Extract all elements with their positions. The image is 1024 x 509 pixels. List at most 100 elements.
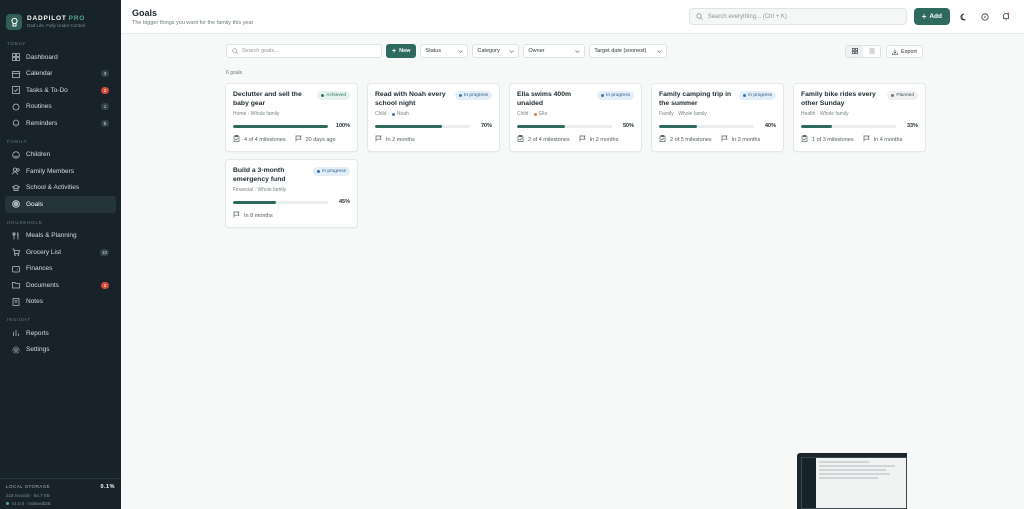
- sidebar-item-finances[interactable]: Finances: [5, 261, 116, 278]
- sidebar-item-family-members[interactable]: Family Members: [5, 163, 116, 180]
- milestones: 4 of 4 milestones: [233, 135, 286, 144]
- flag-icon: [579, 135, 590, 144]
- bell-icon[interactable]: [999, 10, 1013, 24]
- goals-search-input[interactable]: Search goals...: [226, 44, 382, 58]
- goal-meta: Health · Whole family: [801, 111, 918, 117]
- flag-icon: [375, 135, 386, 144]
- sidebar-item-documents[interactable]: Documents 2: [5, 277, 116, 294]
- progress-track: [517, 124, 612, 128]
- brand[interactable]: DADPILOT PRO Dad Life, Fully Under Contro…: [0, 0, 121, 34]
- add-button[interactable]: + Add: [913, 8, 950, 25]
- nav-section-title: INSIGHT: [7, 317, 31, 322]
- goal-card[interactable]: Family bike rides every other Sunday Plan…: [793, 83, 926, 152]
- progress-fill: [801, 124, 833, 128]
- view-controls: Export: [845, 45, 923, 58]
- status-badge: Planned: [887, 91, 918, 100]
- count-badge: 2: [101, 281, 109, 289]
- goal-card-header: Ella swims 400m unaided In progress: [517, 91, 634, 108]
- goal-title: Ella swims 400m unaided: [517, 91, 572, 107]
- wallet-icon: [12, 265, 20, 273]
- sidebar-item-tasks-to-do[interactable]: Tasks & To-Do 2: [5, 82, 116, 99]
- new-goal-label: New: [399, 48, 411, 54]
- goal-footer: In 8 months: [233, 211, 350, 220]
- sidebar-item-calendar[interactable]: Calendar 3: [5, 66, 116, 83]
- goal-card[interactable]: Read with Noah every school night In prog…: [367, 83, 500, 152]
- owner-dot: [533, 112, 537, 116]
- chevron-down-icon: [657, 49, 663, 53]
- utensils-icon: [12, 232, 20, 240]
- count-badge: 5: [101, 119, 109, 127]
- target-date: In 8 months: [233, 211, 273, 220]
- sidebar-item-settings[interactable]: Settings: [5, 342, 116, 359]
- status-label: Planned: [896, 93, 914, 98]
- goal-owner: Whole family: [257, 187, 287, 193]
- goal-card[interactable]: Ella swims 400m unaided In progress Child …: [509, 83, 642, 152]
- sidebar-item-reminders[interactable]: Reminders 5: [5, 115, 116, 132]
- storage-percent: 0.1%: [100, 484, 115, 490]
- goal-card-header: Build a 3-month emergency fund In progres…: [233, 167, 350, 184]
- topbar: Goals The bigger things you want for the…: [121, 0, 1024, 34]
- status-filter[interactable]: Status: [420, 44, 469, 58]
- progress: 33%: [801, 123, 918, 129]
- clipboard-icon: [517, 135, 528, 144]
- storage-detail: 218 records · 64.7 KB: [6, 493, 50, 498]
- export-button[interactable]: Export: [886, 45, 923, 58]
- search-icon: [696, 13, 703, 20]
- goal-category: Child: [375, 111, 387, 117]
- nav-section-title: TODAY: [7, 41, 27, 46]
- goal-card[interactable]: Declutter and sell the baby gear Achieved…: [225, 83, 358, 152]
- help-icon[interactable]: [978, 10, 992, 24]
- progress-percent: 50%: [622, 123, 634, 129]
- sidebar-item-dashboard[interactable]: Dashboard: [5, 49, 116, 66]
- sidebar-item-school-activities[interactable]: School & Activities: [5, 180, 116, 197]
- progress-track: [233, 200, 328, 204]
- sort-select[interactable]: Target date (soonest): [589, 44, 668, 58]
- page-title: Goals: [132, 7, 158, 18]
- sidebar-item-reports[interactable]: Reports: [5, 325, 116, 342]
- goal-meta: Family · Whole family: [659, 111, 776, 117]
- sidebar-item-children[interactable]: Children: [5, 147, 116, 164]
- sidebar-item-notes[interactable]: Notes: [5, 294, 116, 311]
- goal-card[interactable]: Build a 3-month emergency fund In progres…: [225, 159, 358, 228]
- folder-icon: [12, 281, 20, 289]
- goal-owner: Noah: [396, 111, 409, 117]
- calendar-icon: [12, 70, 20, 78]
- category-filter[interactable]: Category: [472, 44, 520, 58]
- global-search-input[interactable]: Search everything... (Ctrl + K): [688, 8, 907, 25]
- goal-count: 6 goals: [226, 70, 243, 76]
- sort-select-label: Target date (soonest): [594, 48, 647, 54]
- goal-title: Declutter and sell the baby gear: [233, 91, 302, 107]
- goal-category: Family: [659, 111, 674, 117]
- chevron-down-icon: [509, 49, 515, 53]
- sidebar-item-routines[interactable]: Routines 1: [5, 99, 116, 116]
- status-dot: [317, 170, 320, 173]
- status-dot: [459, 94, 462, 97]
- moon-icon[interactable]: [957, 10, 971, 24]
- category-filter-label: Category: [477, 48, 500, 54]
- owner-dot: [391, 112, 395, 116]
- goal-owner: Whole family: [250, 111, 280, 117]
- sidebar-item-label: Routines: [26, 103, 52, 111]
- cart-icon: [12, 248, 20, 257]
- goal-category: Financial: [233, 187, 254, 193]
- goal-card-header: Family camping trip in the summer In prog…: [659, 91, 776, 108]
- count-badge: 3: [101, 70, 109, 78]
- progress-track: [659, 124, 754, 128]
- plus-icon: +: [392, 47, 397, 55]
- sidebar-item-meals-planning[interactable]: Meals & Planning: [5, 228, 116, 245]
- flag-icon: [721, 135, 732, 144]
- sidebar-item-grocery-list[interactable]: Grocery List 10: [5, 244, 116, 261]
- new-goal-button[interactable]: + New: [386, 44, 417, 58]
- list-view-button[interactable]: [863, 46, 880, 57]
- sidebar-item-label: Tasks & To-Do: [26, 86, 68, 94]
- goal-card[interactable]: Family camping trip in the summer In prog…: [651, 83, 784, 152]
- owner-filter[interactable]: Owner: [523, 44, 586, 58]
- screenshot-thumbnail[interactable]: [797, 453, 907, 509]
- milestones-label: 2 of 4 milestones: [528, 136, 570, 143]
- goal-category: Health: [801, 111, 816, 117]
- status-badge: Achieved: [317, 91, 350, 100]
- progress-percent: 40%: [764, 123, 776, 129]
- grid-view-button[interactable]: [846, 46, 863, 57]
- sidebar-item-goals[interactable]: Goals: [5, 196, 116, 213]
- progress: 100%: [233, 123, 350, 129]
